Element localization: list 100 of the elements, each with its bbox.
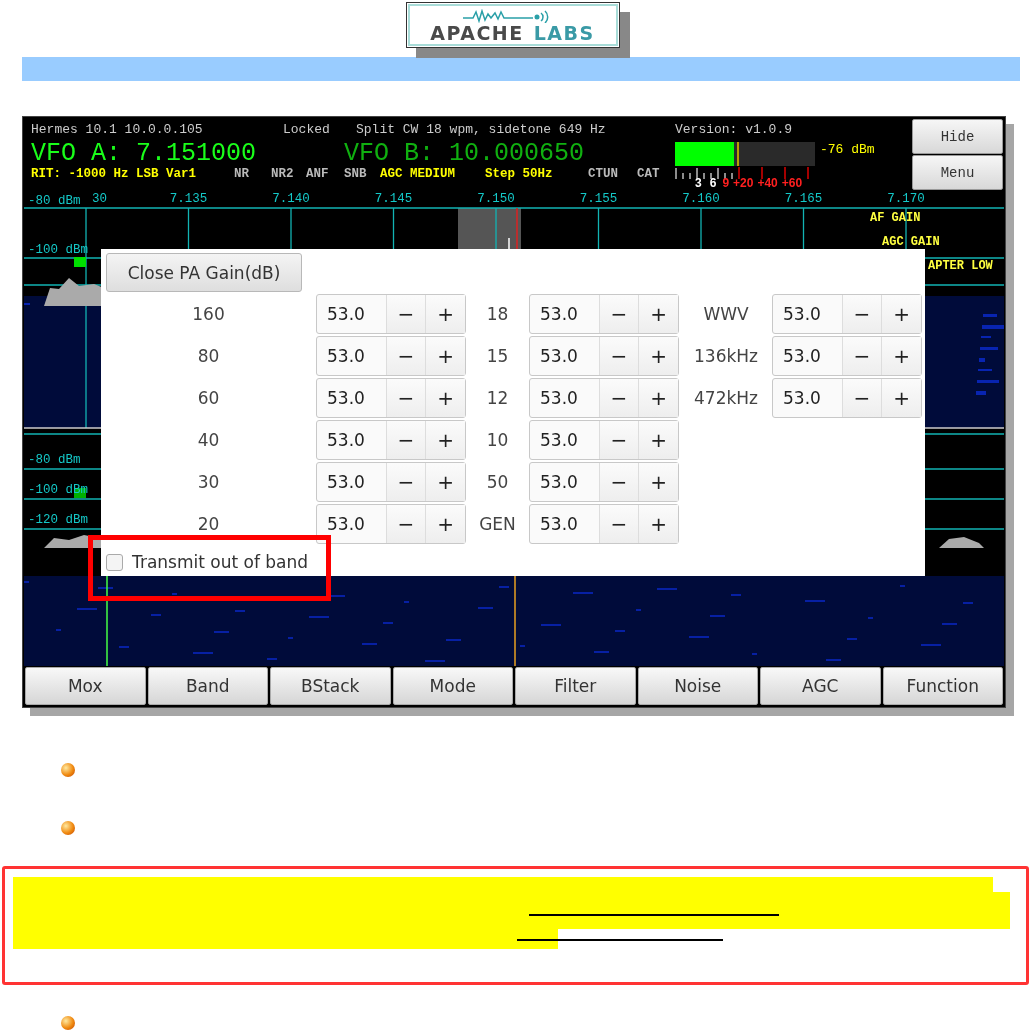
checkbox-label[interactable]: Transmit out of band: [132, 552, 309, 572]
increment-button[interactable]: +: [638, 421, 678, 459]
increment-button[interactable]: +: [425, 295, 465, 333]
gain-value: 53.0: [326, 513, 366, 536]
decrement-button[interactable]: −: [841, 379, 882, 417]
decrement-button[interactable]: −: [385, 295, 426, 333]
status-flag[interactable]: CTUN: [588, 167, 618, 181]
increment-button[interactable]: +: [881, 295, 921, 333]
gain-spinner[interactable]: 53.0 − +: [529, 504, 679, 544]
band-label: 20: [196, 514, 221, 534]
hide-button[interactable]: Hide: [912, 119, 1003, 154]
increment-button[interactable]: +: [425, 505, 465, 543]
scale-label: +40: [756, 177, 779, 190]
increment-button[interactable]: +: [638, 379, 678, 417]
increment-button[interactable]: +: [425, 463, 465, 501]
band-label: 10: [485, 430, 510, 450]
increment-button[interactable]: +: [638, 505, 678, 543]
status-flag[interactable]: NR2: [271, 167, 294, 181]
status-flag[interactable]: SNB: [344, 167, 367, 181]
frequency-label: 30: [92, 193, 107, 206]
band-label: 30: [196, 472, 221, 492]
level-label: -100 dBm: [28, 483, 88, 497]
increment-button[interactable]: +: [425, 421, 465, 459]
decrement-button[interactable]: −: [841, 295, 882, 333]
toolbar-button[interactable]: Filter: [515, 667, 636, 705]
gain-value: 53.0: [539, 429, 579, 452]
decrement-button[interactable]: −: [385, 337, 426, 375]
gain-spinner[interactable]: 53.0 − +: [316, 420, 466, 460]
decrement-button[interactable]: −: [385, 463, 426, 501]
increment-button[interactable]: +: [425, 379, 465, 417]
frequency-label: 7.140: [272, 193, 310, 206]
decrement-button[interactable]: −: [598, 295, 639, 333]
gain-value: 53.0: [539, 513, 579, 536]
menu-button[interactable]: Menu: [912, 155, 1003, 190]
band-label: 12: [485, 388, 510, 408]
increment-button[interactable]: +: [881, 379, 921, 417]
toolbar-button[interactable]: AGC: [760, 667, 881, 705]
gain-value: 53.0: [782, 303, 822, 326]
band-label: 136kHz: [693, 346, 759, 366]
frequency-label: 7.165: [784, 193, 823, 206]
status-flag[interactable]: AGC MEDIUM: [380, 167, 455, 181]
close-button[interactable]: Close PA Gain(dB): [106, 253, 302, 292]
frequency-label: 7.170: [887, 193, 925, 206]
frequency-label: 7.155: [579, 193, 618, 206]
band-label: 60: [196, 388, 221, 408]
frequency-label: 7.150: [477, 193, 515, 206]
gain-spinner[interactable]: 53.0 − +: [529, 336, 679, 376]
band-label: 18: [485, 304, 510, 324]
increment-button[interactable]: +: [881, 337, 921, 375]
gain-spinner[interactable]: 53.0 − +: [772, 294, 922, 334]
status-flag[interactable]: Step 50Hz: [485, 167, 553, 181]
gain-spinner[interactable]: 53.0 − +: [316, 336, 466, 376]
meter-reading: -76 dBm: [820, 142, 875, 157]
toolbar-button[interactable]: Function: [882, 667, 1003, 705]
toolbar-button[interactable]: BStack: [270, 667, 391, 705]
decrement-button[interactable]: −: [598, 421, 639, 459]
gain-spinner[interactable]: 53.0 − +: [529, 462, 679, 502]
gain-spinner[interactable]: 53.0 − +: [316, 504, 466, 544]
bullet-icon: [61, 763, 75, 777]
gain-spinner[interactable]: 53.0 − +: [772, 378, 922, 418]
decrement-button[interactable]: −: [385, 505, 426, 543]
gain-spinner[interactable]: 53.0 − +: [316, 294, 466, 334]
decrement-button[interactable]: −: [598, 463, 639, 501]
decrement-button[interactable]: −: [385, 379, 426, 417]
status-flag[interactable]: CAT: [637, 167, 660, 181]
decrement-button[interactable]: −: [598, 505, 639, 543]
status-flag[interactable]: ANF: [306, 167, 329, 181]
increment-button[interactable]: +: [638, 463, 678, 501]
gain-value: 53.0: [326, 303, 366, 326]
decrement-button[interactable]: −: [841, 337, 882, 375]
increment-button[interactable]: +: [638, 337, 678, 375]
checkbox[interactable]: [106, 553, 123, 571]
gain-spinner[interactable]: 53.0 − +: [316, 462, 466, 502]
frequency-label: 7.145: [374, 193, 413, 206]
gain-value: 53.0: [326, 345, 366, 368]
gain-value: 53.0: [326, 471, 366, 494]
gain-spinner[interactable]: 53.0 − +: [529, 420, 679, 460]
status-flag[interactable]: RIT: -1000 Hz LSB Var1: [31, 167, 197, 181]
gain-spinner[interactable]: 53.0 − +: [529, 378, 679, 418]
gain-spinner[interactable]: 53.0 − +: [316, 378, 466, 418]
gain-spinner[interactable]: 53.0 − +: [529, 294, 679, 334]
gain-value: 53.0: [539, 303, 579, 326]
vfo-b-frequency: VFO B: 10.000650: [344, 140, 585, 168]
status-flag[interactable]: NR: [234, 167, 249, 181]
increment-button[interactable]: +: [425, 337, 465, 375]
level-label: -80 dBm: [28, 194, 81, 208]
scale-label: 9: [721, 177, 731, 190]
increment-button[interactable]: +: [638, 295, 678, 333]
gain-spinner[interactable]: 53.0 − +: [772, 336, 922, 376]
decrement-button[interactable]: −: [598, 337, 639, 375]
decrement-button[interactable]: −: [385, 421, 426, 459]
band-label: 472kHz: [693, 388, 759, 408]
toolbar-button[interactable]: Mox: [25, 667, 146, 705]
toolbar-button[interactable]: Mode: [392, 667, 513, 705]
toolbar-button[interactable]: Band: [147, 667, 268, 705]
logo-text: LABS: [533, 23, 595, 43]
gain-label: APTER LOW: [928, 259, 993, 273]
gain-value: 53.0: [782, 345, 822, 368]
toolbar-button[interactable]: Noise: [637, 667, 758, 705]
decrement-button[interactable]: −: [598, 379, 639, 417]
